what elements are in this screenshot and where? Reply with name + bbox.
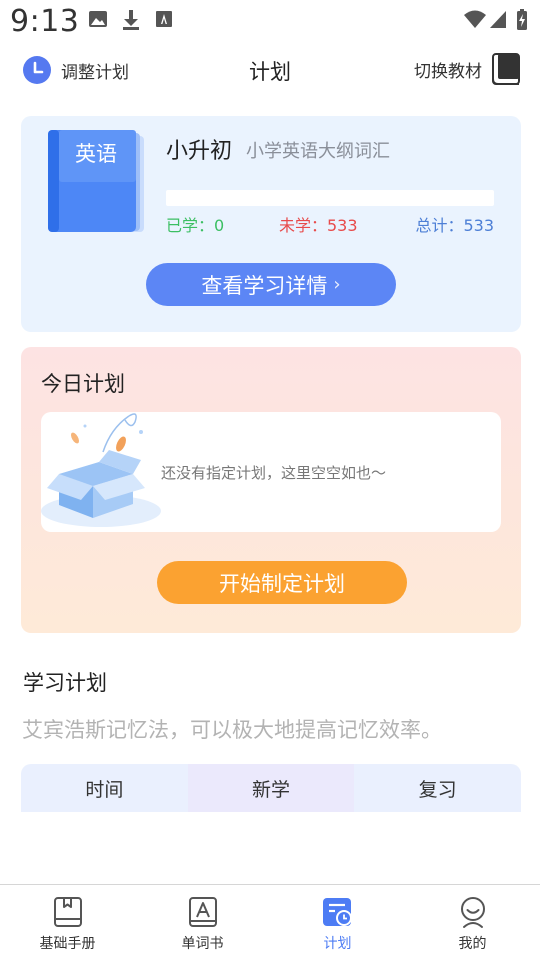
today-plan-title: 今日计划: [41, 372, 125, 396]
battery-icon: [517, 9, 527, 30]
unlearned-count: 未学：533: [279, 216, 358, 235]
column-new: 新学: [187, 764, 355, 812]
current-book-card: 英语 小升初 小学英语大纲词汇 已学：0 未学：533 总计：533 查看学习详…: [21, 116, 521, 332]
tab-wordbook-label: 单词书: [181, 936, 224, 952]
tab-handbook-label: 基础手册: [39, 936, 96, 952]
tab-handbook[interactable]: 基础手册: [0, 885, 135, 960]
plan-icon: [322, 898, 352, 926]
book-cover-tag: 英语: [75, 142, 117, 166]
status-time: 9:13: [10, 4, 80, 39]
study-plan-description: 艾宾浩斯记忆法，可以极大地提高记忆效率。: [22, 718, 442, 742]
empty-plan-message: 还没有指定计划，这里空空如也～: [161, 464, 387, 482]
handbook-icon: [53, 897, 82, 927]
image-icon: [89, 11, 107, 27]
study-plan-table-header: 时间 新学 复习: [21, 764, 521, 812]
start-plan-button[interactable]: 开始制定计划: [157, 561, 407, 604]
status-bar: 9:13: [0, 0, 540, 44]
learning-progress-bar: [166, 190, 494, 206]
tab-plan-label: 计划: [323, 936, 352, 952]
book-name: 小学英语大纲词汇: [246, 141, 390, 162]
tab-wordbook[interactable]: 单词书: [135, 885, 270, 960]
bottom-tab-bar: 基础手册 单词书 计划 我的: [0, 884, 540, 960]
wordbook-icon: [188, 897, 217, 927]
study-plan-title: 学习计划: [23, 671, 107, 695]
font-icon: [156, 11, 172, 27]
tab-profile-label: 我的: [458, 936, 487, 952]
column-time: 时间: [85, 778, 124, 801]
app-header: 调整计划 计划 切换教材: [0, 44, 540, 96]
view-details-label: 查看学习详情: [201, 273, 328, 298]
learned-count: 已学：0: [166, 216, 225, 235]
book-level: 小升初: [166, 139, 233, 164]
today-plan-card: 今日计划 还没有指定计划，这里空空如也～ 开始制定计划: [21, 347, 521, 633]
empty-box-icon: [41, 413, 161, 527]
profile-icon: [460, 897, 485, 928]
switch-book-button[interactable]: 切换教材: [414, 52, 520, 86]
total-count: 总计：533: [415, 216, 494, 235]
chevron-right-icon: ›: [333, 274, 341, 295]
view-details-button[interactable]: 查看学习详情 ›: [146, 263, 396, 306]
empty-plan-box: 还没有指定计划，这里空空如也～: [41, 412, 501, 532]
switch-book-label: 切换教材: [414, 61, 482, 82]
book-icon: [492, 53, 520, 85]
signal-icon: [490, 11, 506, 28]
tab-profile[interactable]: 我的: [405, 885, 540, 960]
tab-plan[interactable]: 计划: [270, 885, 405, 960]
download-icon: [123, 10, 139, 30]
wifi-icon: [464, 10, 486, 28]
column-review: 复习: [418, 778, 457, 801]
